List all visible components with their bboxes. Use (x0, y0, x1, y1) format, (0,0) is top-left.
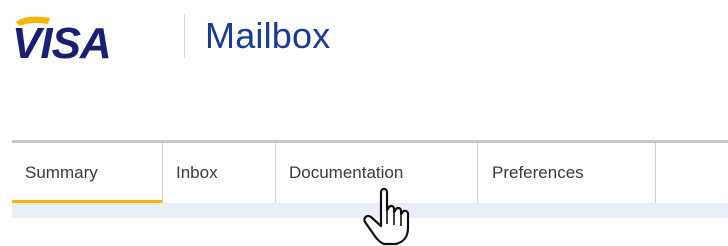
hand-pointer-icon (363, 187, 410, 246)
tab-summary[interactable]: Summary (12, 143, 163, 203)
tab-inbox-label: Inbox (176, 163, 218, 182)
visa-logo-text: VISA (12, 19, 111, 66)
tab-inbox[interactable]: Inbox (163, 143, 276, 203)
app-title: Mailbox (205, 15, 331, 56)
tab-preferences[interactable]: Preferences (478, 143, 656, 203)
tab-preferences-label: Preferences (492, 163, 584, 182)
header: VISA Mailbox (0, 0, 728, 80)
tab-documentation-label: Documentation (289, 163, 404, 182)
visa-logo: VISA (12, 16, 112, 66)
tab-summary-label: Summary (25, 163, 98, 182)
header-divider (184, 14, 185, 58)
